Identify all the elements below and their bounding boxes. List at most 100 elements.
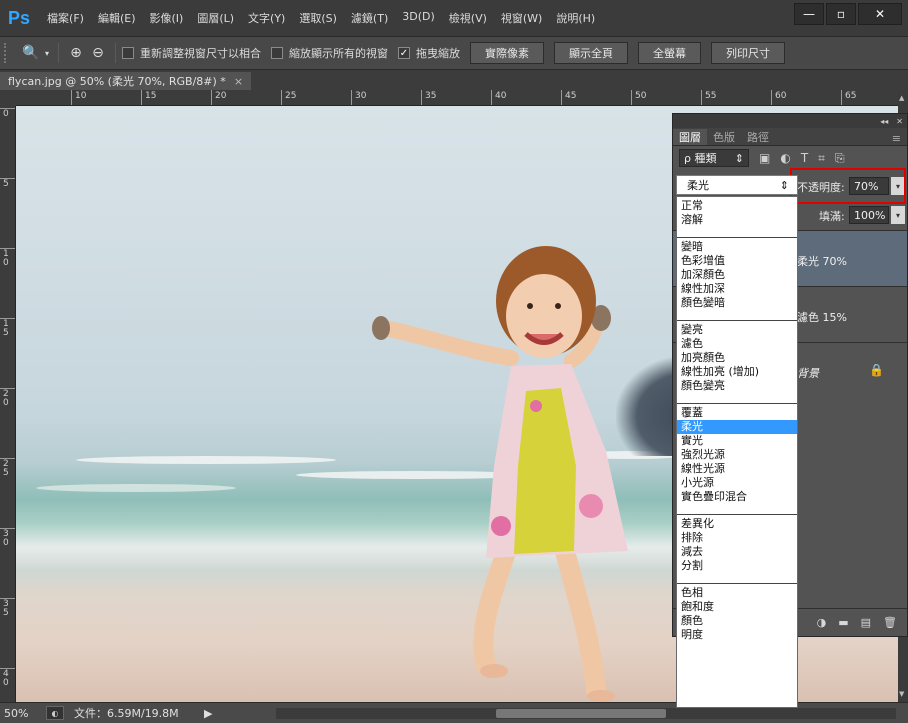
blend-mode-option[interactable]: 線性光源 <box>677 462 797 476</box>
blend-mode-option[interactable]: 實光 <box>677 434 797 448</box>
close-panel-icon[interactable]: ✕ <box>896 117 903 126</box>
ruler-tick: 15 <box>0 318 15 338</box>
menu-item[interactable]: 影像(I) <box>143 10 191 26</box>
close-tab-icon[interactable]: × <box>234 75 243 88</box>
shape-filter-icon[interactable]: ⌗ <box>818 151 825 166</box>
menu-item[interactable]: 視窗(W) <box>494 10 549 26</box>
horizontal-scroll-thumb[interactable] <box>496 709 666 718</box>
tab-layers[interactable]: 圖層 <box>673 129 707 145</box>
ruler-corner[interactable] <box>0 90 16 106</box>
blend-mode-option[interactable]: 分割 <box>677 559 797 573</box>
resize-windows-checkbox[interactable]: 重新調整視窗尺寸以相合 <box>122 45 261 61</box>
fit-screen-button[interactable]: 顯示全頁 <box>554 42 628 64</box>
ruler-tick-label: 10 <box>3 249 9 268</box>
blend-mode-option[interactable]: 飽和度 <box>677 600 797 614</box>
checkbox-label: 重新調整視窗尺寸以相合 <box>140 47 261 60</box>
fill-dropdown-icon[interactable]: ▾ <box>891 206 905 224</box>
blend-mode-option[interactable]: 色相 <box>677 586 797 600</box>
zoom-out-icon[interactable]: ⊖ <box>87 42 109 64</box>
ruler-tick: 65 <box>841 90 856 105</box>
blend-mode-option[interactable]: 加深顏色 <box>677 268 797 282</box>
blend-mode-option[interactable]: 覆蓋 <box>677 406 797 420</box>
blend-mode-option[interactable]: 強烈光源 <box>677 448 797 462</box>
checkbox-box[interactable] <box>271 47 283 59</box>
adjustment-filter-icon[interactable]: ◐ <box>780 151 790 165</box>
checkbox-box[interactable] <box>122 47 134 59</box>
menu-item[interactable]: 檢視(V) <box>442 10 494 26</box>
blend-mode-select[interactable]: 柔光 ⇕ <box>676 175 798 195</box>
blend-mode-option[interactable]: 變亮 <box>677 323 797 337</box>
menu-item[interactable]: 檔案(F) <box>40 10 91 26</box>
blend-mode-option[interactable]: 柔光 <box>677 420 797 434</box>
blend-mode-option[interactable]: 小光源 <box>677 476 797 490</box>
menu-item[interactable]: 文字(Y) <box>241 10 292 26</box>
document-tab[interactable]: flycan.jpg @ 50% (柔光 70%, RGB/8#) * × <box>0 72 252 90</box>
zoom-level[interactable]: 50% <box>0 707 40 720</box>
ruler-tick-label: 60 <box>775 91 787 101</box>
blend-mode-option[interactable]: 減去 <box>677 545 797 559</box>
actual-pixels-button[interactable]: 實際像素 <box>470 42 544 64</box>
menu-item[interactable]: 圖層(L) <box>190 10 241 26</box>
print-size-button[interactable]: 列印尺寸 <box>711 42 785 64</box>
blend-mode-group: 正常 溶解 <box>677 197 797 238</box>
blend-mode-option[interactable]: 實色疊印混合 <box>677 490 797 504</box>
blend-mode-option[interactable]: 明度 <box>677 628 797 642</box>
horizontal-scrollbar[interactable] <box>276 708 896 719</box>
scroll-up-icon[interactable]: ▲ <box>899 94 904 102</box>
zoom-in-icon[interactable]: ⊕ <box>65 42 87 64</box>
menu-item[interactable]: 編輯(E) <box>91 10 143 26</box>
adjustment-layer-icon[interactable]: ◑ <box>817 616 827 629</box>
blend-mode-option[interactable]: 溶解 <box>677 213 797 227</box>
blend-mode-option[interactable]: 加亮顏色 <box>677 351 797 365</box>
status-share-icon[interactable]: ◐ <box>46 706 64 720</box>
collapse-panel-icon[interactable]: ◂◂ <box>880 117 888 126</box>
ruler-tick-label: 35 <box>3 599 9 618</box>
panel-menu-icon[interactable]: ≡ <box>892 132 907 145</box>
blend-mode-option[interactable]: 顏色 <box>677 614 797 628</box>
menu-bar: Ps 檔案(F) 編輯(E) 影像(I) 圖層(L) 文字(Y) 選取(S) 濾鏡(T) 3D… <box>0 0 908 36</box>
zoom-all-windows-checkbox[interactable]: 縮放顯示所有的視窗 <box>271 45 388 61</box>
menu-item[interactable]: 選取(S) <box>292 10 344 26</box>
blend-mode-option[interactable]: 變暗 <box>677 240 797 254</box>
ruler-tick: 5 <box>0 178 15 189</box>
type-filter-icon[interactable]: T <box>801 151 808 165</box>
blend-mode-list[interactable]: 正常 溶解 變暗 色彩增值 加深顏色 線性加深 顏色變暗 變亮 濾色 加亮顏色 線性加亮 (增加) 顏… <box>676 196 798 708</box>
menu-item[interactable]: 3D(D) <box>395 10 442 26</box>
blend-mode-option[interactable]: 差異化 <box>677 517 797 531</box>
scroll-down-icon[interactable]: ▼ <box>899 690 904 698</box>
minimize-button[interactable]: — <box>794 3 824 25</box>
checkbox-box[interactable]: ✓ <box>398 47 410 59</box>
status-menu-arrow-icon[interactable]: ▶ <box>204 707 224 720</box>
blend-mode-option[interactable]: 顏色變暗 <box>677 296 797 310</box>
blend-mode-option[interactable]: 排除 <box>677 531 797 545</box>
tab-channels[interactable]: 色版 <box>707 129 741 145</box>
new-layer-icon[interactable]: ▤ <box>861 616 871 629</box>
blend-mode-group: 差異化 排除 減去 分割 <box>677 515 797 584</box>
blend-mode-option[interactable]: 色彩增值 <box>677 254 797 268</box>
new-group-icon[interactable]: ▬ <box>838 616 848 629</box>
horizontal-ruler[interactable]: 10 15 20 25 30 35 40 45 50 55 60 65 <box>16 90 898 106</box>
tab-paths[interactable]: 路徑 <box>741 129 775 145</box>
maximize-button[interactable]: ▫ <box>826 3 856 25</box>
blend-mode-option[interactable]: 線性加亮 (增加) <box>677 365 797 379</box>
blend-mode-option[interactable]: 顏色變亮 <box>677 379 797 393</box>
menu-item[interactable]: 濾鏡(T) <box>344 10 395 26</box>
tool-preset-dropdown-icon[interactable]: ▾ <box>42 42 52 64</box>
smart-object-filter-icon[interactable]: ⎘ <box>835 151 845 166</box>
blend-mode-option[interactable]: 線性加深 <box>677 282 797 296</box>
scrubby-zoom-checkbox[interactable]: ✓ 拖曳縮放 <box>398 45 460 61</box>
ruler-tick: 30 <box>351 90 366 105</box>
filter-kind-select[interactable]: ρ 種類 ⇕ <box>679 149 749 167</box>
toolbar-grip[interactable] <box>4 43 8 63</box>
delete-layer-icon[interactable]: 🗑 <box>883 616 897 629</box>
fill-input[interactable]: 100% <box>849 206 889 224</box>
menu-item[interactable]: 說明(H) <box>549 10 602 26</box>
blend-mode-option[interactable]: 正常 <box>677 199 797 213</box>
pixel-filter-icon[interactable]: ▣ <box>759 151 770 165</box>
zoom-tool-icon[interactable]: 🔍 <box>20 42 42 64</box>
fill-screen-button[interactable]: 全螢幕 <box>638 42 701 64</box>
blend-mode-option[interactable]: 濾色 <box>677 337 797 351</box>
close-button[interactable]: ✕ <box>858 3 902 25</box>
vertical-ruler[interactable]: 0 5 10 15 20 25 30 35 40 <box>0 106 16 702</box>
ruler-tick: 35 <box>421 90 436 105</box>
